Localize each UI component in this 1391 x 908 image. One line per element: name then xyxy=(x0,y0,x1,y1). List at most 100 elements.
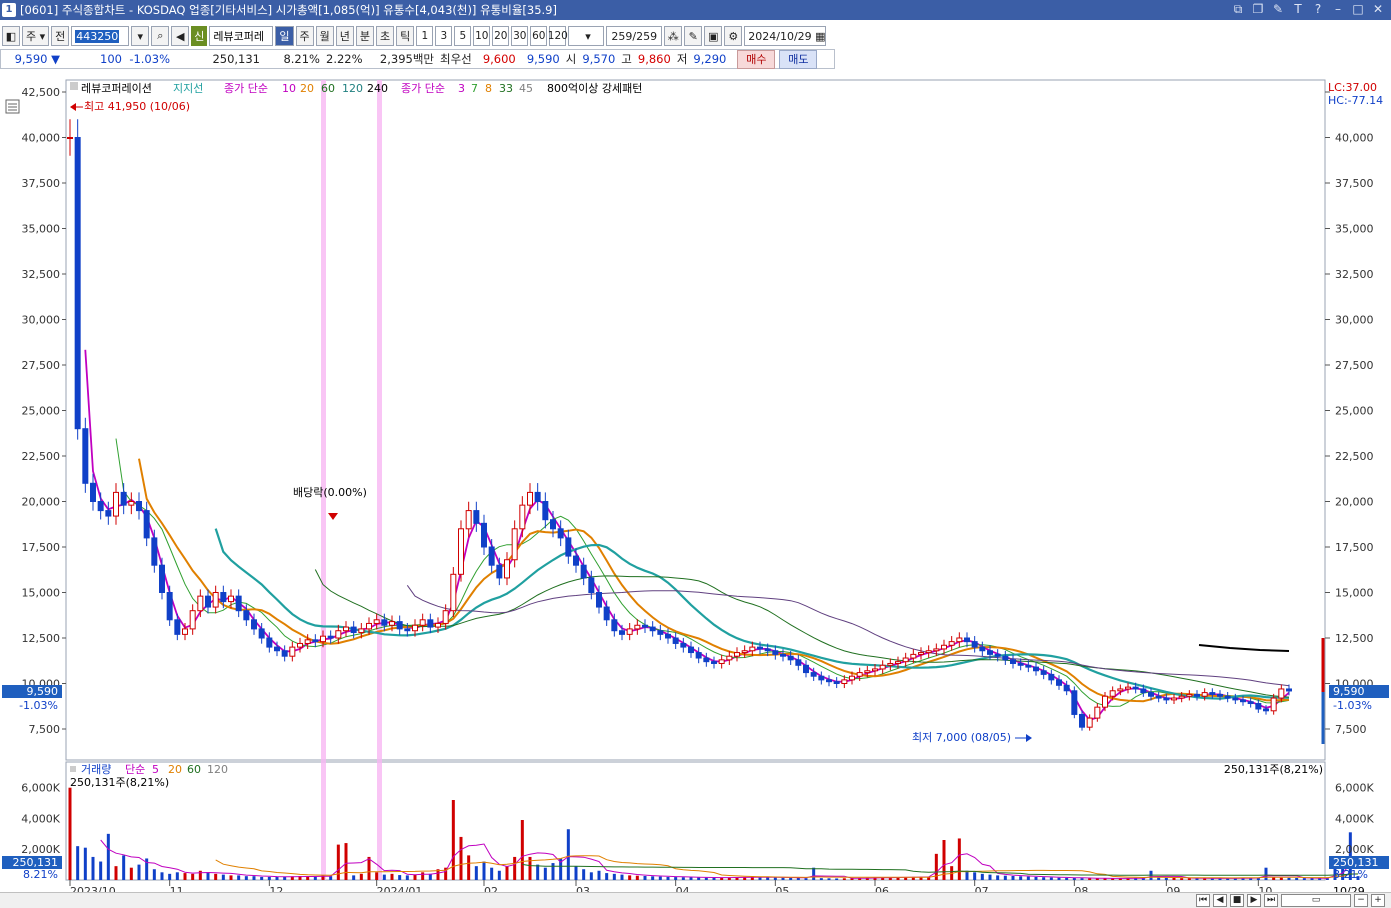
candle-body xyxy=(274,646,280,652)
data-count[interactable]: 259/259 xyxy=(606,26,663,46)
candle-body xyxy=(373,619,380,624)
first-icon[interactable]: ⏮ xyxy=(1196,894,1210,907)
market-select[interactable]: 주 ▾ xyxy=(22,26,50,46)
candle-body xyxy=(1286,688,1292,692)
save-icon[interactable]: ▣ xyxy=(704,26,723,46)
candle-body xyxy=(672,637,679,644)
candle-body xyxy=(971,641,978,648)
y-tick-right: 12,500 xyxy=(1335,632,1374,645)
candle-body xyxy=(151,537,158,566)
volume-bar xyxy=(505,866,509,880)
minute-20[interactable]: 20 xyxy=(492,26,510,46)
volume-bar xyxy=(275,876,279,880)
custom-period-select[interactable]: ▾ xyxy=(568,26,605,46)
volume-bar xyxy=(996,875,1000,880)
close-icon[interactable]: ✕ xyxy=(1371,2,1385,16)
volume-bar xyxy=(405,875,409,880)
period-week[interactable]: 주 xyxy=(295,26,314,46)
volume-bar xyxy=(835,878,839,880)
candle-body xyxy=(856,672,863,677)
font-icon[interactable]: T xyxy=(1291,2,1305,16)
period-second[interactable]: 초 xyxy=(376,26,395,46)
screen-menu-icon[interactable]: ◧ xyxy=(2,26,20,46)
link-chart-icon[interactable]: ⁂ xyxy=(664,26,683,46)
volume-bar xyxy=(375,872,379,880)
volume-bar xyxy=(99,861,103,880)
search-icon[interactable]: ⌕ xyxy=(151,26,170,46)
volume-bar xyxy=(1164,877,1168,880)
minute-3[interactable]: 3 xyxy=(435,26,453,46)
buy-button[interactable]: 매수 xyxy=(737,49,776,69)
minute-120[interactable]: 120 xyxy=(548,26,568,46)
period-minute[interactable]: 분 xyxy=(355,26,375,46)
candle-body xyxy=(649,626,656,632)
last-icon[interactable]: ⏭ xyxy=(1264,894,1278,907)
volume-bar xyxy=(766,877,770,880)
settings-icon[interactable]: ⚙ xyxy=(724,26,743,46)
y-tick-right: 22,500 xyxy=(1335,450,1374,463)
volume-bar xyxy=(229,875,233,880)
pin-icon[interactable]: ✎ xyxy=(1271,2,1285,16)
volume-info: 250,131주(8,21%) xyxy=(70,776,169,789)
minute-1[interactable]: 1 xyxy=(416,26,434,46)
stop-icon[interactable]: ■ xyxy=(1230,894,1244,907)
high-value: 9,860 xyxy=(637,52,671,66)
maximize-icon[interactable]: □ xyxy=(1351,2,1365,16)
minute-60[interactable]: 60 xyxy=(530,26,548,46)
low-value: 9,290 xyxy=(693,52,727,66)
candle-body xyxy=(166,592,173,621)
prev-icon[interactable]: ◀ xyxy=(1213,894,1227,907)
volume-bar xyxy=(329,876,333,880)
volume-pct-left: 8.21% xyxy=(23,868,58,881)
period-year[interactable]: 년 xyxy=(335,26,354,46)
period-month[interactable]: 월 xyxy=(315,26,334,46)
volume-tick-left: 4,000K xyxy=(21,812,60,825)
minute-30[interactable]: 30 xyxy=(511,26,529,46)
volume-bar xyxy=(129,867,133,880)
link-icon[interactable]: ⧉ xyxy=(1231,2,1245,16)
speaker-icon[interactable]: ◀ xyxy=(171,26,190,46)
zoom-out-icon[interactable]: − xyxy=(1354,894,1368,907)
period-tick[interactable]: 틱 xyxy=(396,26,415,46)
volume-bar xyxy=(1187,878,1191,880)
candle-body xyxy=(810,672,817,677)
volume-ma-5: 5 xyxy=(152,763,159,776)
candle-body xyxy=(864,670,871,674)
sell-button[interactable]: 매도 xyxy=(779,49,818,69)
candle-body xyxy=(473,510,480,524)
stock-code-input[interactable]: 443250 xyxy=(71,26,130,46)
date-input[interactable]: 2024/10/29 ▦ xyxy=(744,26,827,46)
candle-body xyxy=(511,528,518,561)
y-tick-left: 30,000 xyxy=(22,314,61,327)
left-price-axis: 42,500 40,000 37,500 35,000 32,500 30,000 27,5… xyxy=(22,86,66,736)
draw-tool-icon[interactable]: ✎ xyxy=(684,26,703,46)
minute-5[interactable]: 5 xyxy=(454,26,472,46)
volume-bar xyxy=(152,869,156,880)
window-copy-icon[interactable]: ❐ xyxy=(1251,2,1265,16)
candle-body xyxy=(1140,688,1147,694)
volume-bar xyxy=(428,873,432,880)
candle-body xyxy=(757,646,763,650)
all-button[interactable]: 전 xyxy=(51,26,70,46)
minute-10[interactable]: 10 xyxy=(473,26,491,46)
volume-bar xyxy=(459,836,463,880)
volume-bar xyxy=(221,874,225,880)
new-listing-badge: 신 xyxy=(191,26,208,46)
candle-body xyxy=(1178,695,1185,699)
next-icon[interactable]: ▶ xyxy=(1247,894,1261,907)
y-tick-right: 37,500 xyxy=(1335,177,1374,190)
code-dropdown-icon[interactable]: ▾ xyxy=(131,26,150,46)
help-icon[interactable]: ? xyxy=(1311,2,1325,16)
candle-body xyxy=(136,501,142,512)
price-chart[interactable]: 42,50040,00037,50035,00032,50030,00027,5… xyxy=(0,72,1391,908)
scroll-slider[interactable]: ▭ xyxy=(1281,894,1351,907)
main-toolbar: ◧ 주 ▾ 전 443250 ▾ ⌕ ◀ 신 레뷰코퍼레 일 주 월 년 분 초… xyxy=(0,24,1391,48)
candle-body xyxy=(734,652,740,657)
volume-bar xyxy=(114,866,118,880)
lc-value: LC:37.00 xyxy=(1328,81,1377,94)
candle-body xyxy=(197,595,204,612)
volume-bar xyxy=(106,833,110,880)
period-day[interactable]: 일 xyxy=(275,26,294,46)
zoom-in-icon[interactable]: + xyxy=(1371,894,1385,907)
minimize-icon[interactable]: – xyxy=(1331,2,1345,16)
